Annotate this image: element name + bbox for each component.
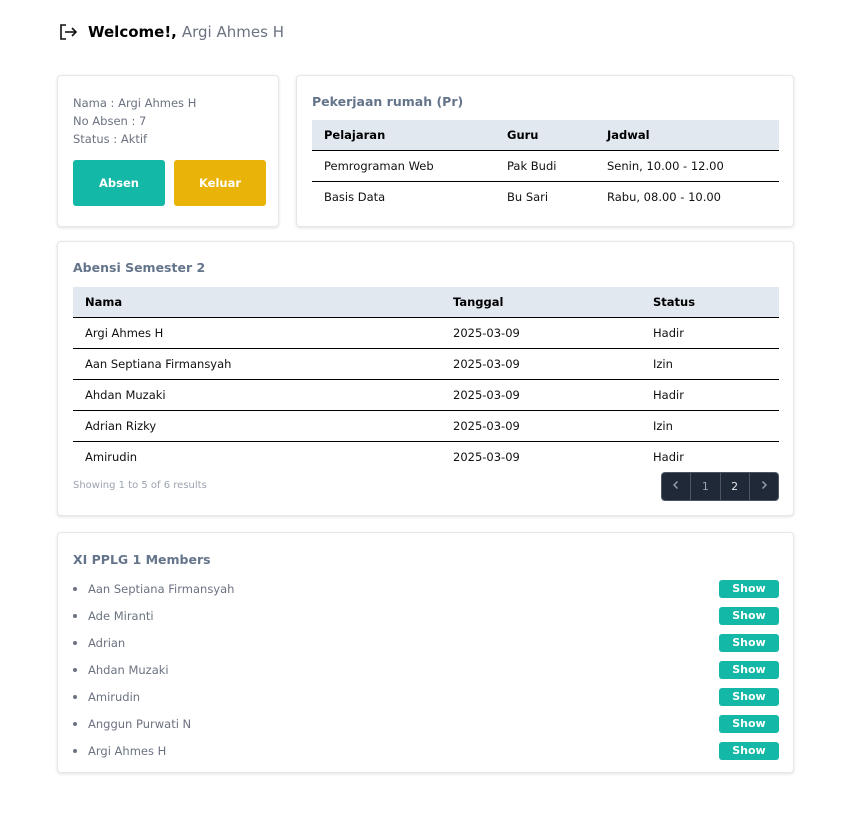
table-cell: Rabu, 08.00 - 10.00 [607,189,721,204]
list-item: Amirudin Show [73,683,779,710]
chevron-left-icon [672,480,680,493]
table-row: Adrian Rizky 2025-03-09 Izin [73,410,779,442]
table-cell: Pemrograman Web [312,150,495,182]
list-item: Anggun Purwati N Show [73,710,779,737]
pagination-prev-button[interactable] [662,473,692,500]
table-cell: 2025-03-09 [441,379,641,411]
results-summary: Showing 1 to 5 of 6 results [73,480,207,491]
table-cell: Argi Ahmes H [73,317,441,349]
table-cell: 2025-03-09 [441,348,641,380]
table-header-row: Pelajaran Guru Jadwal [312,120,779,151]
members-title: XI PPLG 1 Members [73,552,211,567]
list-item: Ahdan Muzaki Show [73,656,779,683]
show-button[interactable]: Show [719,606,779,625]
pagination-page-2[interactable]: 2 [721,473,750,500]
table-cell: 2025-03-09 [441,317,641,349]
bullet-icon [73,748,77,753]
table-cell: Hadir [641,379,779,411]
keluar-button[interactable]: Keluar [174,160,266,206]
bullet-icon [73,613,77,618]
member-name: Argi Ahmes H [88,743,167,758]
user-name: Argi Ahmes H [181,23,284,41]
attendance-table: Nama Tanggal Status Argi Ahmes H 2025-03… [73,287,779,472]
bullet-icon [73,721,77,726]
table-cell: Hadir [653,449,684,464]
show-button[interactable]: Show [719,579,779,598]
column-header: Jadwal [595,120,779,151]
column-header: Tanggal [441,287,641,318]
list-item: Adrian Show [73,629,779,656]
bullet-icon [73,694,77,699]
profile-nama: Nama : Argi Ahmes H [73,96,197,110]
profile-info: Nama : Argi Ahmes H No Absen : 7 Status … [73,94,196,148]
homework-card: Pekerjaan rumah (Pr) Pelajaran Guru Jadw… [296,75,794,227]
pagination: 1 2 [661,472,779,501]
show-button[interactable]: Show [719,687,779,706]
pagination-next-button[interactable] [750,473,778,500]
list-item: Argi Ahmes H Show [73,737,779,764]
table-cell: Aan Septiana Firmansyah [73,348,441,380]
table-row: Amirudin 2025-03-09 Hadir [73,441,779,472]
member-list: Aan Septiana Firmansyah Show Ade Miranti… [73,575,779,764]
column-header: Guru [495,120,595,151]
list-item: Ade Miranti Show [73,602,779,629]
table-cell: Senin, 10.00 - 12.00 [595,150,779,182]
table-cell: Izin [641,348,779,380]
welcome-text: Welcome!, [88,23,177,41]
member-name: Ahdan Muzaki [88,662,169,677]
bullet-icon [73,586,77,591]
attendance-title: Abensi Semester 2 [73,260,206,275]
table-row: Pemrograman Web Pak Budi Senin, 10.00 - … [312,150,779,182]
table-row: Aan Septiana Firmansyah 2025-03-09 Izin [73,348,779,380]
column-header: Nama [73,287,441,318]
table-row: Ahdan Muzaki 2025-03-09 Hadir [73,379,779,411]
chevron-right-icon [760,480,768,493]
list-item: Aan Septiana Firmansyah Show [73,575,779,602]
show-button[interactable]: Show [719,633,779,652]
attendance-card: Abensi Semester 2 Nama Tanggal Status Ar… [57,241,794,516]
table-header-row: Nama Tanggal Status [73,287,779,318]
table-cell: Amirudin [85,449,138,464]
table-cell: Bu Sari [507,189,549,204]
table-cell: Pak Budi [495,150,595,182]
pagination-page-1[interactable]: 1 [691,473,721,500]
table-cell: Basis Data [324,189,386,204]
table-row: Basis Data Bu Sari Rabu, 08.00 - 10.00 [312,181,779,212]
profile-card: Nama : Argi Ahmes H No Absen : 7 Status … [57,75,279,227]
member-name: Aan Septiana Firmansyah [88,581,235,596]
column-header: Pelajaran [312,120,495,151]
table-cell: Hadir [641,317,779,349]
member-name: Anggun Purwati N [88,716,192,731]
table-cell: Ahdan Muzaki [73,379,441,411]
logout-icon[interactable] [58,22,78,42]
members-card: XI PPLG 1 Members Aan Septiana Firmansya… [57,532,794,773]
show-button[interactable]: Show [719,741,779,760]
profile-status: Status : Aktif [73,132,148,146]
show-button[interactable]: Show [719,660,779,679]
member-name: Adrian [88,635,126,650]
homework-title: Pekerjaan rumah (Pr) [312,94,464,109]
table-cell: 2025-03-09 [453,449,520,464]
show-button[interactable]: Show [719,714,779,733]
header: Welcome!, Argi Ahmes H [58,21,284,43]
bullet-icon [73,667,77,672]
profile-no-absen: No Absen : 7 [73,114,147,128]
member-name: Ade Miranti [88,608,154,623]
table-cell: Adrian Rizky [73,410,441,442]
table-cell: Izin [641,410,779,442]
table-cell: 2025-03-09 [441,410,641,442]
table-row: Argi Ahmes H 2025-03-09 Hadir [73,317,779,349]
member-name: Amirudin [88,689,141,704]
absen-button[interactable]: Absen [73,160,165,206]
column-header: Status [641,287,779,318]
bullet-icon [73,640,77,645]
homework-table: Pelajaran Guru Jadwal Pemrograman Web Pa… [312,120,779,212]
